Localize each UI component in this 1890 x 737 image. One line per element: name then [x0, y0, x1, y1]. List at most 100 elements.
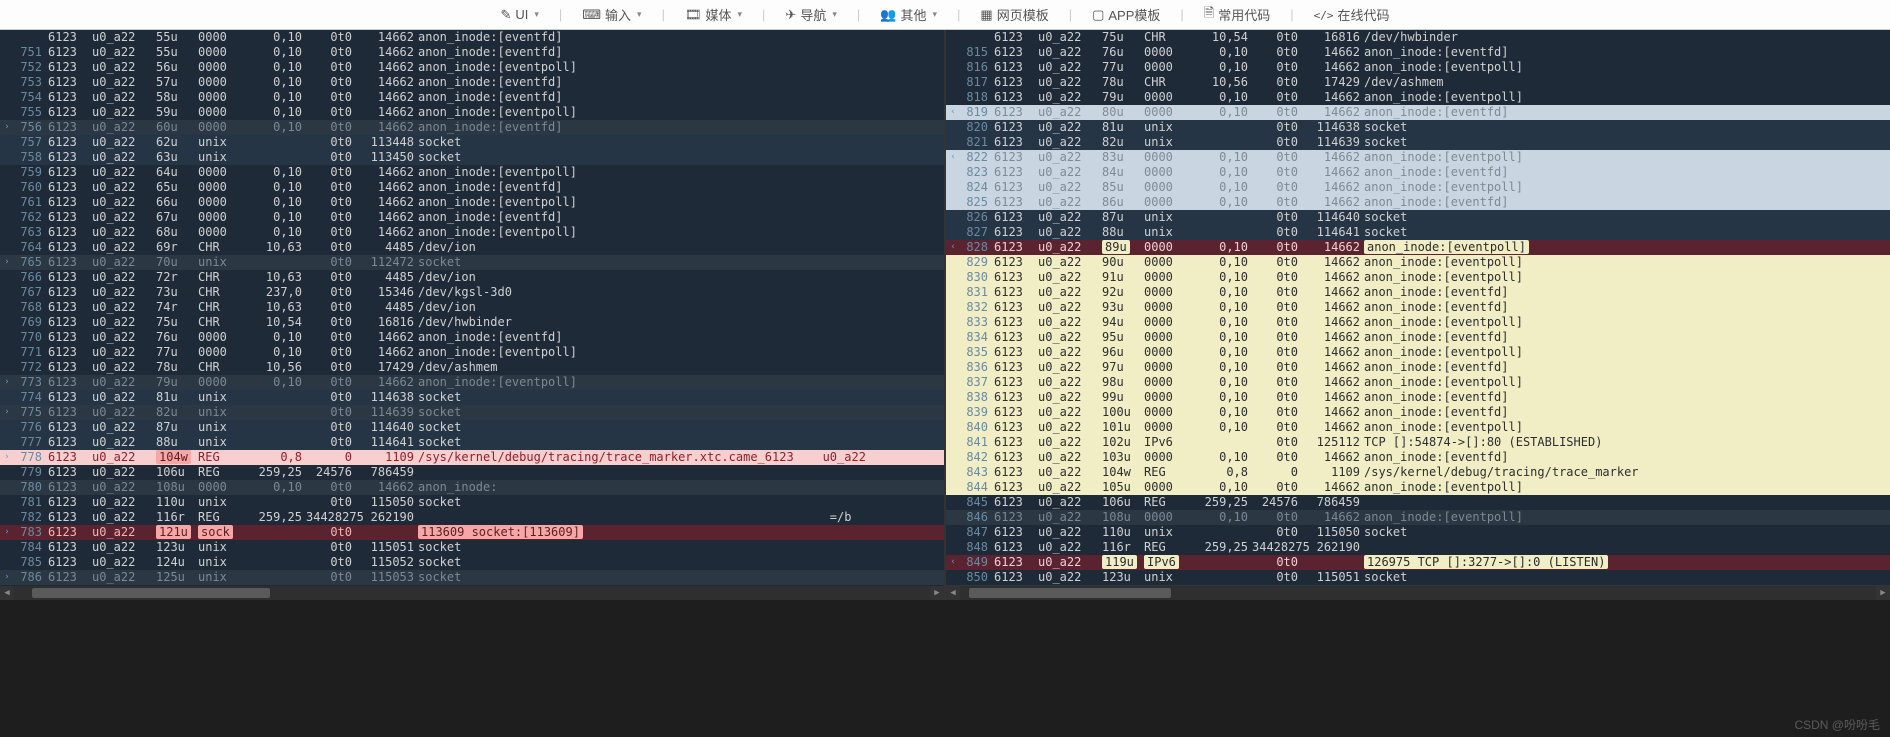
diff-row[interactable]: 7536123u0_a2257u00000,100t014662anon_ino…: [0, 75, 944, 90]
diff-row[interactable]: 8256123u0_a2286u00000,100t014662anon_ino…: [946, 195, 1890, 210]
diff-row[interactable]: ›7786123u0_a22104wREG0,801109/sys/kernel…: [0, 450, 944, 465]
diff-row[interactable]: 8246123u0_a2285u00000,100t014662anon_ino…: [946, 180, 1890, 195]
diff-row[interactable]: ›7756123u0_a2282uunix0t0114639socket: [0, 405, 944, 420]
diff-row[interactable]: 8466123u0_a22108u00000,100t014662anon_in…: [946, 510, 1890, 525]
diff-row[interactable]: 6123u0_a2255u00000,100t014662anon_inode:…: [0, 30, 944, 45]
diff-row[interactable]: 8436123u0_a22104wREG0,801109/sys/kernel/…: [946, 465, 1890, 480]
diff-row[interactable]: 7676123u0_a2273uCHR237,00t015346/dev/kgs…: [0, 285, 944, 300]
diff-row[interactable]: ‹8496123u0_a22119uIPv60t0126975 TCP []:3…: [946, 555, 1890, 570]
diff-row[interactable]: 8186123u0_a2279u00000,100t014662anon_ino…: [946, 90, 1890, 105]
left-pane[interactable]: 6123u0_a2255u00000,100t014662anon_inode:…: [0, 30, 945, 600]
fold-arrow-icon[interactable]: ‹: [946, 240, 960, 255]
diff-row[interactable]: 8456123u0_a22106uREG259,2524576786459: [946, 495, 1890, 510]
diff-row[interactable]: 8216123u0_a2282uunix0t0114639socket: [946, 135, 1890, 150]
diff-row[interactable]: 8416123u0_a22102uIPv60t0125112TCP []:548…: [946, 435, 1890, 450]
diff-row[interactable]: 8486123u0_a22116rREG259,2534428275262190: [946, 540, 1890, 555]
diff-row[interactable]: 7616123u0_a2266u00000,100t014662anon_ino…: [0, 195, 944, 210]
diff-row[interactable]: 8176123u0_a2278uCHR10,560t017429/dev/ash…: [946, 75, 1890, 90]
diff-row[interactable]: 8446123u0_a22105u00000,100t014662anon_in…: [946, 480, 1890, 495]
diff-row[interactable]: ‹8196123u0_a2280u00000,100t014662anon_in…: [946, 105, 1890, 120]
diff-row[interactable]: 7666123u0_a2272rCHR10,630t04485/dev/ion: [0, 270, 944, 285]
diff-row[interactable]: 8156123u0_a2276u00000,100t014662anon_ino…: [946, 45, 1890, 60]
diff-row[interactable]: ›7736123u0_a2279u00000,100t014662anon_in…: [0, 375, 944, 390]
diff-row[interactable]: 8236123u0_a2284u00000,100t014662anon_ino…: [946, 165, 1890, 180]
diff-row[interactable]: 7746123u0_a2281uunix0t0114638socket: [0, 390, 944, 405]
diff-row[interactable]: 7526123u0_a2256u00000,100t014662anon_ino…: [0, 60, 944, 75]
diff-row[interactable]: 8426123u0_a22103u00000,100t014662anon_in…: [946, 450, 1890, 465]
diff-row[interactable]: 8306123u0_a2291u00000,100t014662anon_ino…: [946, 270, 1890, 285]
diff-row[interactable]: 8386123u0_a2299u00000,100t014662anon_ino…: [946, 390, 1890, 405]
fold-arrow-icon[interactable]: ›: [0, 120, 14, 135]
diff-row[interactable]: 7726123u0_a2278uCHR10,560t017429/dev/ash…: [0, 360, 944, 375]
scroll-track[interactable]: [960, 586, 1876, 600]
diff-row[interactable]: 8396123u0_a22100u00000,100t014662anon_in…: [946, 405, 1890, 420]
fold-arrow-icon[interactable]: ›: [0, 375, 14, 390]
toolbar-item-7[interactable]: 常用代码: [1204, 4, 1270, 26]
diff-row[interactable]: 7636123u0_a2268u00000,100t014662anon_ino…: [0, 225, 944, 240]
right-pane[interactable]: 6123u0_a2275uCHR10,540t016816/dev/hwbind…: [945, 30, 1890, 600]
diff-row[interactable]: 8266123u0_a2287uunix0t0114640socket: [946, 210, 1890, 225]
diff-row[interactable]: 7796123u0_a22106uREG259,2524576786459: [0, 465, 944, 480]
fold-arrow-icon[interactable]: ‹: [946, 105, 960, 120]
scroll-right-icon[interactable]: ▶: [930, 586, 944, 600]
diff-row[interactable]: 6123u0_a2275uCHR10,540t016816/dev/hwbind…: [946, 30, 1890, 45]
diff-row[interactable]: 7516123u0_a2255u00000,100t014662anon_ino…: [0, 45, 944, 60]
diff-row[interactable]: 7696123u0_a2275uCHR10,540t016816/dev/hwb…: [0, 315, 944, 330]
diff-row[interactable]: ›7866123u0_a22125uunix0t0115053socket: [0, 570, 944, 585]
fold-arrow-icon[interactable]: ›: [0, 405, 14, 420]
diff-row[interactable]: 7766123u0_a2287uunix0t0114640socket: [0, 420, 944, 435]
diff-row[interactable]: 8346123u0_a2295u00000,100t014662anon_ino…: [946, 330, 1890, 345]
diff-row[interactable]: 7606123u0_a2265u00000,100t014662anon_ino…: [0, 180, 944, 195]
toolbar-item-8[interactable]: 在线代码: [1314, 5, 1390, 24]
toolbar-item-2[interactable]: 媒体: [685, 5, 742, 24]
diff-row[interactable]: 7596123u0_a2264u00000,100t014662anon_ino…: [0, 165, 944, 180]
fold-arrow-icon[interactable]: ‹: [946, 150, 960, 165]
diff-row[interactable]: 7646123u0_a2269rCHR10,630t04485/dev/ion: [0, 240, 944, 255]
diff-row[interactable]: 7776123u0_a2288uunix0t0114641socket: [0, 435, 944, 450]
diff-row[interactable]: 7586123u0_a2263uunix0t0113450socket: [0, 150, 944, 165]
toolbar-item-4[interactable]: 其他: [880, 5, 937, 24]
diff-row[interactable]: ›7566123u0_a2260u00000,100t014662anon_in…: [0, 120, 944, 135]
diff-row[interactable]: ‹8226123u0_a2283u00000,100t014662anon_in…: [946, 150, 1890, 165]
diff-row[interactable]: ›7656123u0_a2270uunix0t0112472socket: [0, 255, 944, 270]
diff-row[interactable]: 8166123u0_a2277u00000,100t014662anon_ino…: [946, 60, 1890, 75]
toolbar-item-5[interactable]: 网页模板: [980, 5, 1048, 24]
scroll-right-icon[interactable]: ▶: [1876, 586, 1890, 600]
diff-row[interactable]: 7576123u0_a2262uunix0t0113448socket: [0, 135, 944, 150]
diff-row[interactable]: 8326123u0_a2293u00000,100t014662anon_ino…: [946, 300, 1890, 315]
diff-row[interactable]: 8406123u0_a22101u00000,100t014662anon_in…: [946, 420, 1890, 435]
toolbar-item-3[interactable]: 导航: [785, 5, 836, 24]
diff-row[interactable]: 8476123u0_a22110uunix0t0115050socket: [946, 525, 1890, 540]
diff-row[interactable]: 7556123u0_a2259u00000,100t014662anon_ino…: [0, 105, 944, 120]
right-horizontal-scrollbar[interactable]: ◀ ▶: [946, 586, 1890, 600]
fold-arrow-icon[interactable]: ›: [0, 525, 14, 540]
scroll-thumb[interactable]: [969, 588, 1171, 598]
fold-arrow-icon[interactable]: ›: [0, 570, 14, 585]
diff-row[interactable]: 8506123u0_a22123uunix0t0115051socket: [946, 570, 1890, 585]
scroll-left-icon[interactable]: ◀: [0, 586, 14, 600]
diff-row[interactable]: 8296123u0_a2290u00000,100t014662anon_ino…: [946, 255, 1890, 270]
diff-row[interactable]: 8206123u0_a2281uunix0t0114638socket: [946, 120, 1890, 135]
diff-row[interactable]: 8276123u0_a2288uunix0t0114641socket: [946, 225, 1890, 240]
diff-row[interactable]: 7546123u0_a2258u00000,100t014662anon_ino…: [0, 90, 944, 105]
left-horizontal-scrollbar[interactable]: ◀ ▶: [0, 586, 944, 600]
diff-row[interactable]: 7826123u0_a22116rREG259,2534428275262190…: [0, 510, 944, 525]
toolbar-item-1[interactable]: 输入: [582, 5, 641, 24]
fold-arrow-icon[interactable]: ›: [0, 450, 14, 465]
fold-arrow-icon[interactable]: ‹: [946, 555, 960, 570]
diff-row[interactable]: 7806123u0_a22108u00000,100t014662anon_in…: [0, 480, 944, 495]
diff-row[interactable]: 8366123u0_a2297u00000,100t014662anon_ino…: [946, 360, 1890, 375]
diff-row[interactable]: 8376123u0_a2298u00000,100t014662anon_ino…: [946, 375, 1890, 390]
diff-row[interactable]: 7846123u0_a22123uunix0t0115051socket: [0, 540, 944, 555]
diff-row[interactable]: 7626123u0_a2267u00000,100t014662anon_ino…: [0, 210, 944, 225]
diff-row[interactable]: ›7836123u0_a22121usock0t0113609 socket:[…: [0, 525, 944, 540]
toolbar-item-6[interactable]: APP模板: [1092, 5, 1160, 24]
diff-row[interactable]: 7716123u0_a2277u00000,100t014662anon_ino…: [0, 345, 944, 360]
diff-row[interactable]: 7856123u0_a22124uunix0t0115052socket: [0, 555, 944, 570]
toolbar-item-0[interactable]: UI: [500, 7, 538, 23]
fold-arrow-icon[interactable]: ›: [0, 255, 14, 270]
diff-row[interactable]: 8316123u0_a2292u00000,100t014662anon_ino…: [946, 285, 1890, 300]
diff-row[interactable]: 7686123u0_a2274rCHR10,630t04485/dev/ion: [0, 300, 944, 315]
diff-row[interactable]: 7816123u0_a22110uunix0t0115050socket: [0, 495, 944, 510]
diff-row[interactable]: 8336123u0_a2294u00000,100t014662anon_ino…: [946, 315, 1890, 330]
